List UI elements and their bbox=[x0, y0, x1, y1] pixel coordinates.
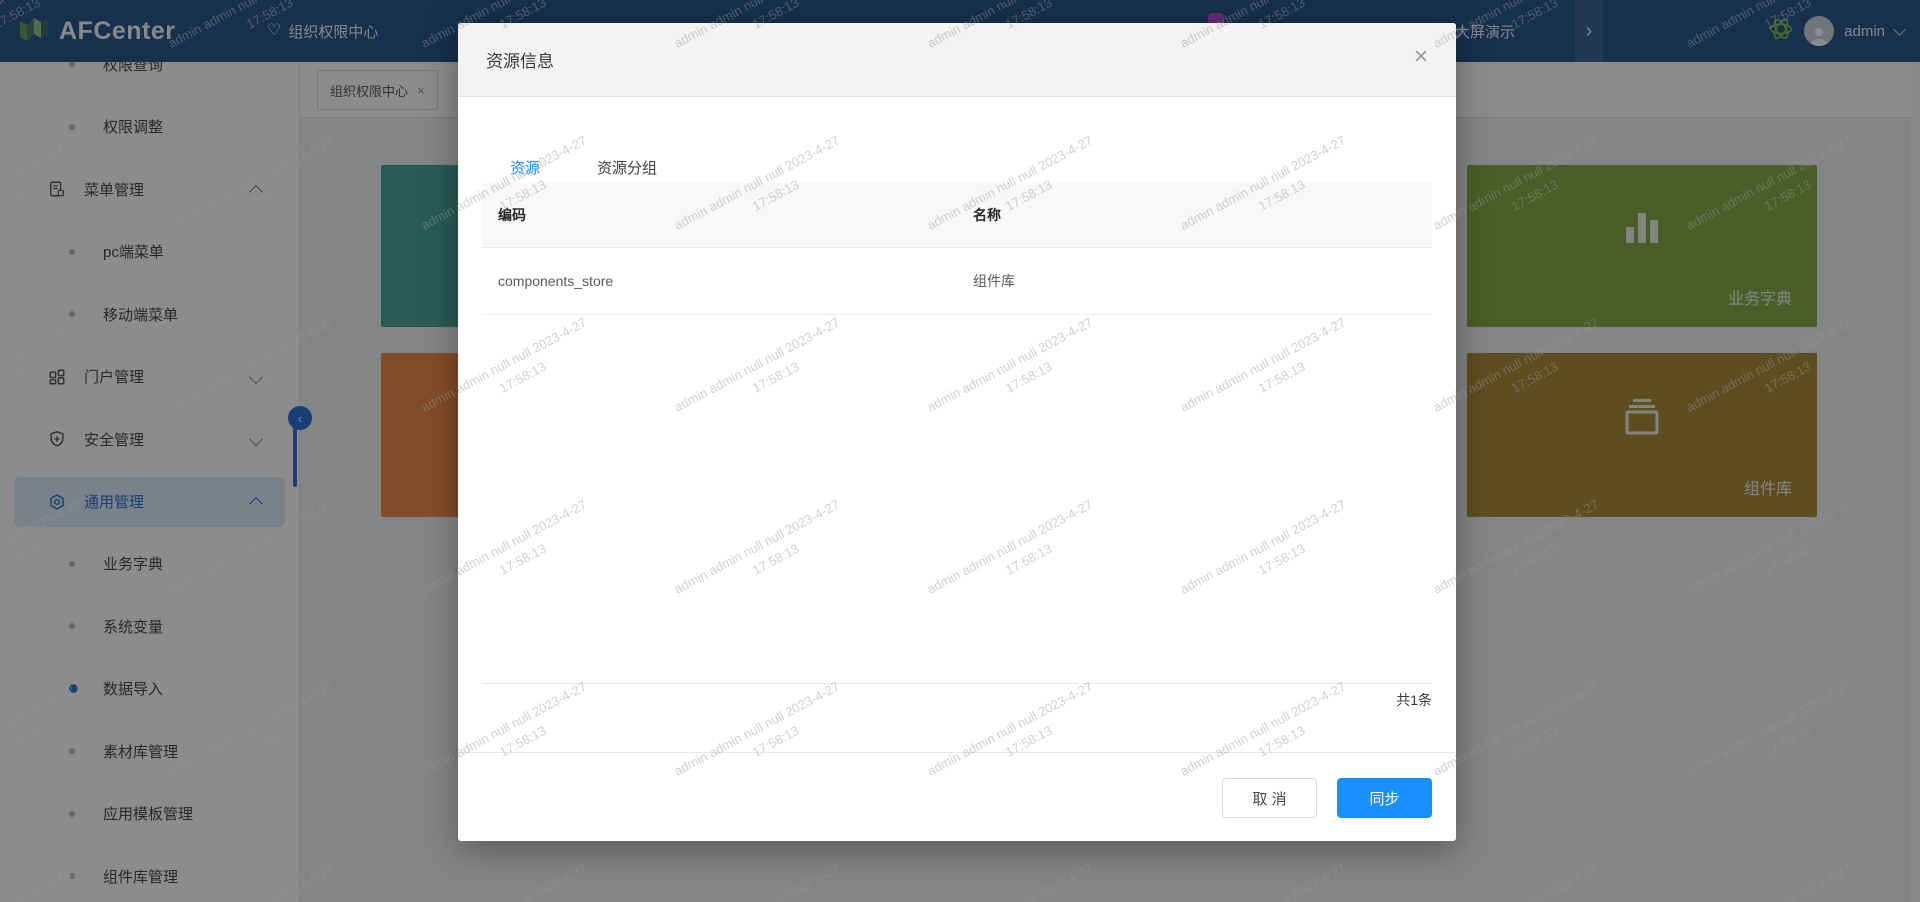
column-header-name: 名称 bbox=[973, 207, 1001, 223]
modal-header: 资源信息 × bbox=[458, 23, 1456, 97]
resource-table: 编码 名称 components_store 组件库 bbox=[482, 183, 1432, 315]
table-header-row: 编码 名称 bbox=[482, 183, 1432, 248]
resource-info-modal: 资源信息 × 资源 资源分组 编码 名称 components_store 组件… bbox=[458, 23, 1456, 841]
tab-label: 资源 bbox=[510, 159, 541, 177]
pagination-total: 共1条 bbox=[1396, 692, 1432, 708]
table-bottom-border bbox=[482, 683, 1432, 684]
cell-code: components_store bbox=[498, 273, 614, 289]
close-icon[interactable]: × bbox=[1414, 45, 1428, 69]
tab-label: 资源分组 bbox=[597, 159, 658, 177]
sync-button[interactable]: 同步 bbox=[1337, 778, 1432, 818]
modal-footer: 取 消 同步 bbox=[458, 752, 1456, 842]
modal-title: 资源信息 bbox=[486, 52, 554, 71]
column-header-code: 编码 bbox=[498, 207, 526, 223]
cell-name: 组件库 bbox=[973, 273, 1015, 289]
cancel-button[interactable]: 取 消 bbox=[1222, 778, 1317, 818]
table-row[interactable]: components_store 组件库 bbox=[482, 248, 1432, 315]
